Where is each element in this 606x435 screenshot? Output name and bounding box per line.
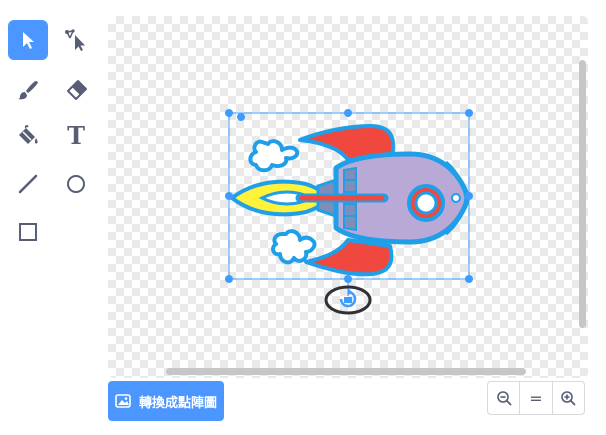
zoom-controls: = <box>487 381 585 415</box>
convert-to-bitmap-button[interactable]: 轉換成點陣圖 <box>108 381 224 421</box>
zoom-reset-button[interactable]: = <box>520 382 553 414</box>
zoom-reset-label: = <box>529 388 543 408</box>
resize-handle <box>225 275 233 283</box>
image-icon <box>115 394 131 408</box>
resize-handle <box>225 109 233 117</box>
zoom-in-button[interactable] <box>553 382 584 414</box>
rotate-icon <box>339 288 357 308</box>
zoom-out-button[interactable] <box>488 382 521 414</box>
resize-handle <box>465 109 473 117</box>
resize-handle <box>344 109 352 117</box>
horizontal-scrollbar[interactable] <box>166 368 526 375</box>
resize-handle <box>465 192 473 200</box>
convert-to-bitmap-label: 轉換成點陣圖 <box>138 395 217 411</box>
zoom-out-icon <box>496 391 512 406</box>
resize-handle <box>465 275 473 283</box>
vertical-scrollbar[interactable] <box>579 60 586 328</box>
resize-handle <box>344 275 352 283</box>
resize-handle <box>225 192 233 200</box>
zoom-in-icon <box>561 391 576 406</box>
